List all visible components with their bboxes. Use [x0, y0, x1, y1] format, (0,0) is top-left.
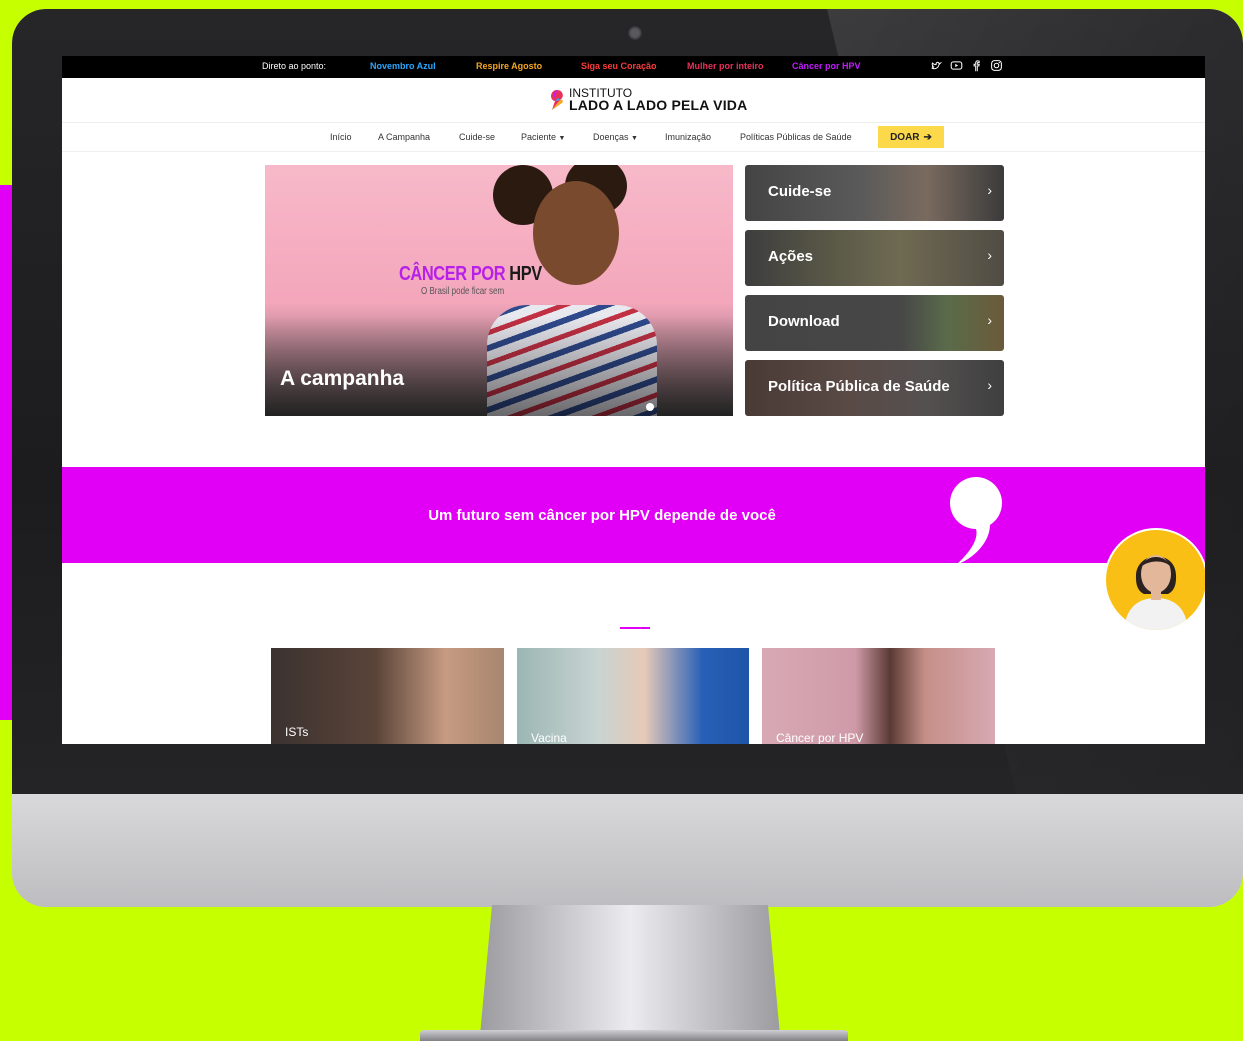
youtube-icon[interactable]	[950, 59, 963, 72]
card-cancer-hpv[interactable]: Câncer por HPV	[762, 648, 995, 744]
hero-overlay	[265, 316, 733, 416]
social-links	[930, 59, 1003, 72]
card-vacina[interactable]: Vacina	[517, 648, 749, 744]
logo-line-name: LADO A LADO PELA VIDA	[569, 97, 748, 113]
donate-button[interactable]: DOAR ➔	[878, 126, 944, 148]
site-logo[interactable]: INSTITUTO LADO A LADO PELA VIDA	[548, 87, 748, 113]
twitter-icon[interactable]	[930, 59, 943, 72]
chevron-down-icon: ▼	[558, 135, 566, 142]
nav-item-doencas-label: Doenças	[593, 132, 629, 142]
nav-item-inicio[interactable]: Início	[330, 132, 352, 142]
person-photo-icon	[1124, 555, 1188, 630]
link-mulher-por-inteiro[interactable]: Mulher por inteiro	[687, 61, 764, 71]
website-screen: Direto ao ponto: Novembro Azul Respire A…	[62, 56, 1205, 744]
nav-item-a-campanha[interactable]: A Campanha	[378, 132, 430, 142]
link-siga-seu-coracao[interactable]: Siga seu Coração	[581, 61, 657, 71]
assistant-avatar[interactable]	[1106, 530, 1205, 630]
chevron-down-icon: ▼	[631, 135, 638, 142]
campaign-subtitle: O Brasil pode ficar sem	[421, 286, 505, 297]
card-acoes[interactable]: Ações ›	[745, 230, 1004, 286]
chevron-right-icon: ›	[987, 312, 992, 328]
campaign-title-b: HPV	[509, 263, 542, 285]
card-label: Cuide-se	[768, 183, 832, 200]
carousel-dot[interactable]	[646, 403, 654, 411]
card-download[interactable]: Download ›	[745, 295, 1004, 351]
hero-photo-part	[533, 181, 619, 285]
link-novembro-azul[interactable]: Novembro Azul	[370, 61, 436, 71]
facebook-icon[interactable]	[970, 59, 983, 72]
link-cancer-por-hpv[interactable]: Câncer por HPV	[792, 61, 861, 71]
donate-label: DOAR	[890, 131, 920, 143]
logo-mark-icon	[551, 90, 563, 110]
quote-mark-icon	[950, 477, 1002, 565]
card-label: Política Pública de Saúde	[768, 378, 950, 395]
nav-item-politicas-publicas[interactable]: Políticas Públicas de Saúde	[740, 132, 852, 142]
chevron-right-icon: ›	[987, 247, 992, 263]
site-header: INSTITUTO LADO A LADO PELA VIDA	[62, 78, 1205, 123]
link-respire-agosto[interactable]: Respire Agosto	[476, 61, 542, 71]
arrow-right-icon: ➔	[923, 131, 932, 143]
main-nav: Início A Campanha Cuide-se Paciente ▼ Do…	[62, 123, 1205, 152]
hero-label: A campanha	[280, 367, 405, 390]
top-bar: Direto ao ponto: Novembro Azul Respire A…	[62, 56, 1205, 78]
card-cancer-hpv-label: Câncer por HPV	[776, 731, 864, 744]
monitor-stand-base	[420, 1030, 848, 1041]
camera-icon	[628, 26, 642, 40]
nav-item-doencas[interactable]: Doenças ▼	[593, 132, 638, 142]
nav-item-imunizacao[interactable]: Imunização	[665, 132, 711, 142]
card-label: Download	[768, 313, 840, 330]
chevron-right-icon: ›	[987, 377, 992, 393]
card-ists-label: ISTs	[285, 725, 309, 739]
card-label: Ações	[768, 248, 814, 265]
card-cuide-se[interactable]: Cuide-se ›	[745, 165, 1004, 221]
card-vacina-label: Vacina	[531, 731, 567, 744]
nav-item-cuide-se[interactable]: Cuide-se	[459, 132, 495, 142]
instagram-icon[interactable]	[990, 59, 1003, 72]
direct-label: Direto ao ponto:	[262, 61, 327, 71]
section-divider	[620, 627, 650, 629]
nav-item-paciente[interactable]: Paciente ▼	[521, 132, 565, 142]
campaign-title-a: CÂNCER POR	[399, 263, 506, 285]
quote-band: Um futuro sem câncer por HPV depende de …	[62, 467, 1205, 565]
hero-banner[interactable]: CÂNCER POR HPV O Brasil pode ficar sem A…	[265, 165, 733, 416]
card-politica-publica[interactable]: Política Pública de Saúde ›	[745, 360, 1004, 416]
nav-item-paciente-label: Paciente	[521, 132, 557, 142]
chevron-right-icon: ›	[987, 182, 992, 198]
monitor-chin	[12, 794, 1243, 907]
card-ists[interactable]: ISTs	[271, 648, 504, 744]
campaign-title: CÂNCER POR HPV	[399, 263, 542, 286]
monitor-stand	[480, 905, 780, 1035]
